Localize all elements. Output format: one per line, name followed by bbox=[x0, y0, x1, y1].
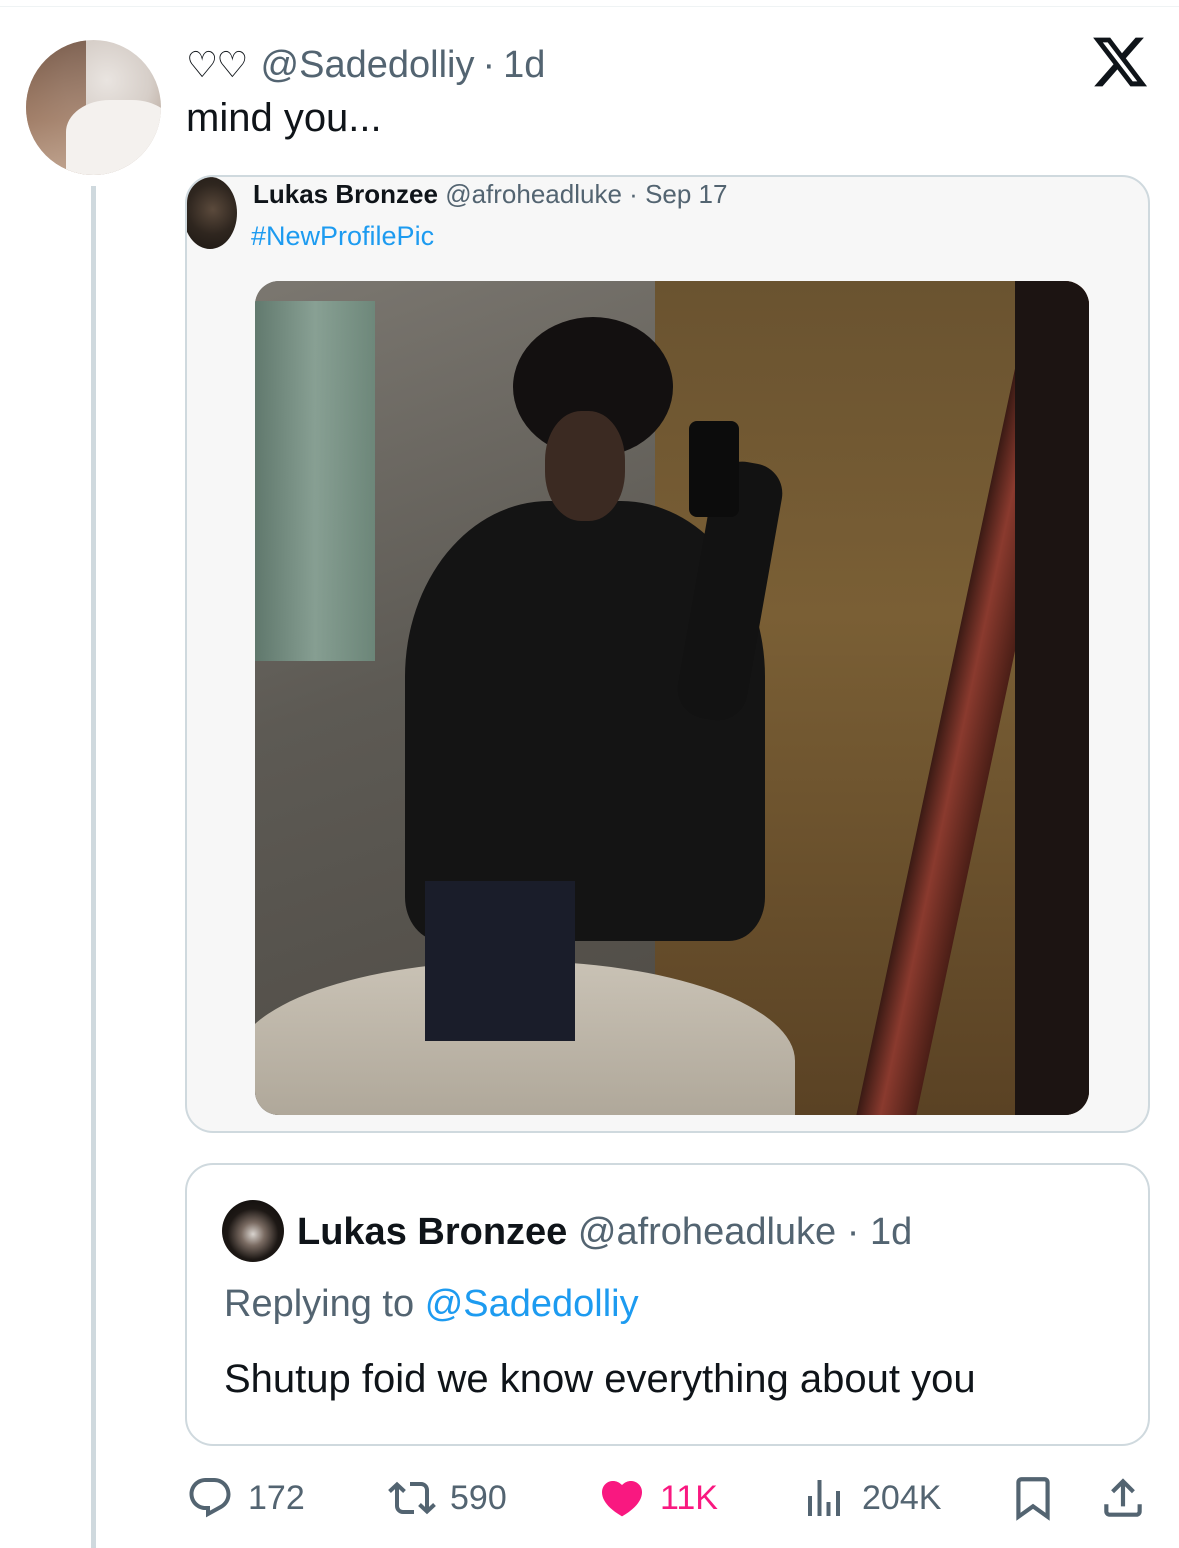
avatar-dress bbox=[66, 100, 161, 175]
reply-text: Shutup foid we know everything about you bbox=[224, 1357, 976, 1401]
quoted-photo[interactable] bbox=[255, 281, 1089, 1115]
share-button[interactable] bbox=[1098, 1468, 1148, 1528]
replying-mention[interactable]: @Sadedolliy bbox=[425, 1283, 639, 1325]
reply-handle[interactable]: @afroheadluke bbox=[578, 1211, 836, 1253]
hashtag-link[interactable]: #NewProfilePic bbox=[251, 221, 434, 252]
top-divider bbox=[0, 0, 1179, 7]
heart-icon bbox=[601, 1481, 643, 1517]
reply-avatar[interactable] bbox=[222, 1200, 284, 1262]
reply-header: Lukas Bronzee @afroheadluke · 1d bbox=[297, 1207, 912, 1257]
replying-prefix: Replying to bbox=[224, 1283, 415, 1325]
avatar[interactable] bbox=[26, 40, 161, 175]
separator: · bbox=[629, 179, 638, 209]
views-button[interactable]: 204K bbox=[800, 1468, 941, 1528]
retweet-count: 590 bbox=[450, 1478, 507, 1517]
retweet-icon bbox=[388, 1481, 436, 1515]
quoted-date: Sep 17 bbox=[645, 179, 728, 209]
like-count: 11K bbox=[660, 1478, 718, 1517]
separator: · bbox=[482, 43, 496, 86]
retweet-button[interactable]: 590 bbox=[388, 1468, 507, 1528]
tweet-text: mind you... bbox=[186, 96, 382, 140]
thread-line bbox=[91, 186, 96, 1548]
photo-phone bbox=[689, 421, 739, 517]
share-icon bbox=[1104, 1478, 1142, 1517]
x-logo-icon bbox=[1093, 37, 1148, 87]
photo-face bbox=[545, 411, 625, 521]
reply-tweet[interactable]: Lukas Bronzee @afroheadluke · 1d Replyin… bbox=[185, 1163, 1150, 1446]
photo-towel bbox=[255, 301, 375, 661]
bookmark-icon bbox=[1016, 1477, 1050, 1521]
action-bar: 172 590 11K 204K bbox=[186, 1468, 1156, 1528]
photo-dark-edge bbox=[1015, 281, 1089, 1115]
views-icon bbox=[808, 1480, 840, 1516]
quoted-avatar[interactable] bbox=[187, 177, 237, 249]
bookmark-button[interactable] bbox=[1008, 1468, 1058, 1528]
quoted-handle: @afroheadluke bbox=[445, 179, 622, 209]
tweet-header: ♡♡ @Sadedolliy · 1d bbox=[186, 40, 545, 90]
separator: · bbox=[846, 1211, 860, 1253]
reply-timestamp[interactable]: 1d bbox=[870, 1211, 912, 1253]
reply-icon bbox=[189, 1478, 231, 1518]
replying-to: Replying to @Sadedolliy bbox=[224, 1283, 639, 1326]
like-button[interactable]: 11K bbox=[598, 1468, 718, 1528]
timestamp[interactable]: 1d bbox=[503, 44, 545, 87]
views-count: 204K bbox=[862, 1478, 942, 1517]
reply-count: 172 bbox=[248, 1478, 305, 1517]
display-name[interactable]: ♡♡ bbox=[186, 44, 249, 86]
quoted-header: Lukas Bronzee @afroheadluke · Sep 17 bbox=[253, 177, 727, 211]
photo-legs bbox=[425, 881, 575, 1041]
quoted-display-name: Lukas Bronzee bbox=[253, 179, 438, 209]
quoted-tweet[interactable]: Lukas Bronzee @afroheadluke · Sep 17 #Ne… bbox=[185, 175, 1150, 1133]
user-handle[interactable]: @Sadedolliy bbox=[261, 44, 475, 87]
reply-button[interactable]: 172 bbox=[186, 1468, 305, 1528]
reply-display-name[interactable]: Lukas Bronzee bbox=[297, 1211, 567, 1253]
